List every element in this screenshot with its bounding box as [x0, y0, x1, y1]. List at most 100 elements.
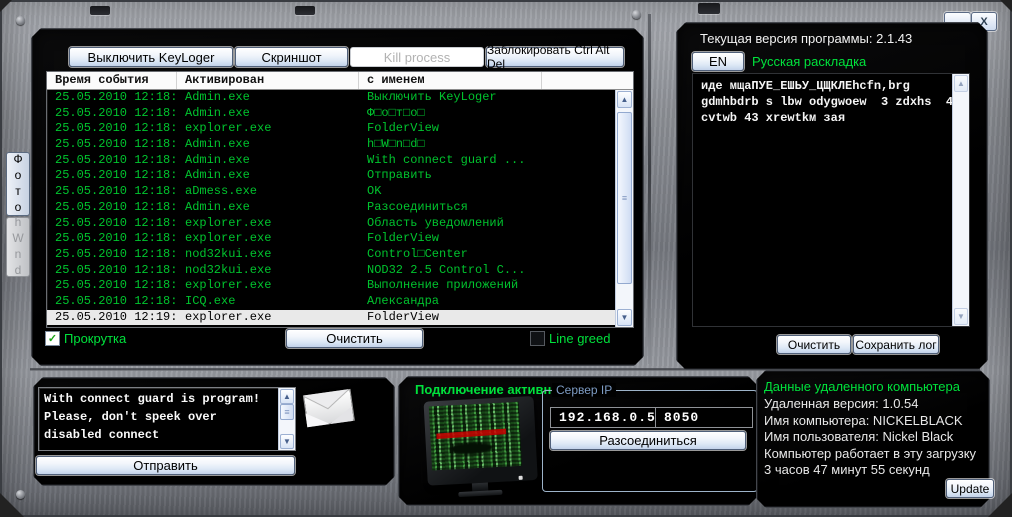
table-cell: 25.05.2010 12:18:31 — [55, 137, 177, 152]
table-cell: Admin.exe — [185, 105, 250, 120]
clear-log-button[interactable]: Очистить — [777, 335, 851, 354]
table-row[interactable]: 25.05.2010 12:18:30 Admin.exe Ф□о□т□о□ — [47, 106, 616, 122]
table-cell: 25.05.2010 12:18:44 — [55, 262, 177, 277]
scroll-down-icon[interactable]: ▼ — [617, 309, 632, 326]
message-line: With connect guard is program! — [44, 392, 261, 406]
table-cell: NOD32 2.5 Control C... — [367, 262, 526, 277]
scroll-checkbox[interactable]: ✓ — [45, 331, 60, 346]
events-table[interactable]: Время события Активирован с именем 25.05… — [46, 71, 634, 328]
remote-info-line: 3 часов 47 минут 55 секунд — [764, 462, 930, 477]
layout-label: Русская раскладка — [752, 54, 867, 69]
table-cell: Разсоединиться — [367, 199, 468, 214]
keylog-line: gdmhbdrb s lbw odygwoew 3 zdxhs 47 — [701, 95, 961, 109]
monitor-icon — [424, 396, 533, 498]
send-message-button[interactable]: Отправить — [36, 456, 295, 475]
table-cell: FolderView — [367, 231, 440, 246]
version-label: Текущая версия программы: 2.1.43 — [700, 31, 913, 46]
message-textarea[interactable]: With connect guard is program! Please, do… — [38, 387, 296, 451]
table-cell: Отправить — [367, 168, 432, 183]
disconnect-button[interactable]: Разсоединиться — [550, 431, 746, 450]
table-cell: 25.05.2010 12:18:30 — [55, 105, 177, 120]
block-ctrl-alt-del-button[interactable]: Заблокировать Ctrl Alt Del — [486, 47, 624, 67]
table-row[interactable]: 25.05.2010 12:18:27 Admin.exe Выключить Ke… — [47, 90, 616, 106]
table-row[interactable]: 25.05.2010 12:18:30 explorer.exe FolderVie… — [47, 121, 616, 137]
col-header-empty — [542, 72, 633, 89]
table-cell: 25.05.2010 12:18:57 — [55, 293, 177, 308]
table-row[interactable]: 25.05.2010 12:18:33 Admin.exe Отправить — [47, 168, 616, 184]
clear-events-button[interactable]: Очистить — [286, 329, 423, 348]
en-layout-button[interactable]: EN — [692, 52, 744, 71]
table-cell: Александра — [367, 293, 440, 308]
table-cell: Admin.exe — [185, 152, 250, 167]
screw-icon — [16, 16, 25, 25]
remote-info-line: Имя компьютера: NICKELBLACK — [764, 412, 963, 428]
keylogger-off-button[interactable]: Выключить KeyLoger — [69, 47, 233, 67]
table-cell: Admin.exe — [185, 90, 250, 104]
table-row[interactable]: 25.05.2010 12:18:32 Admin.exe With connect… — [47, 153, 616, 169]
table-row[interactable]: 25.05.2010 12:18:31 Admin.exe h□W□n□d□ — [47, 137, 616, 153]
server-ip-input[interactable]: 192.168.0.50 — [550, 407, 657, 428]
remote-info-line: Компьютер работает в эту загрузку — [764, 445, 977, 461]
scroll-up-icon[interactable]: ▲ — [280, 389, 294, 404]
scroll-up-icon[interactable]: ▲ — [617, 91, 632, 108]
table-cell: 25.05.2010 12:18:39 — [55, 215, 177, 230]
table-cell: OK — [367, 184, 382, 199]
table-scrollbar[interactable]: ▲ ≡ ▼ — [615, 90, 633, 327]
table-cell: 25.05.2010 12:18:32 — [55, 152, 177, 167]
keylog-scrollbar[interactable]: ▲ ▼ — [952, 74, 969, 326]
server-port-input[interactable]: 8050 — [655, 407, 753, 428]
table-cell: 25.05.2010 12:19:01 — [55, 309, 177, 324]
table-cell: explorer.exe — [185, 309, 272, 324]
table-row[interactable]: 25.05.2010 12:18:43 nod32kui.exe Control□C… — [47, 247, 616, 263]
table-cell: 25.05.2010 12:18:33 — [55, 168, 177, 183]
table-body[interactable]: 25.05.2010 12:18:27 Admin.exe Выключить Ke… — [47, 90, 616, 327]
keylog-textarea[interactable]: иде мщаПУЕ_ЕШЬУ_ЦЩКЛЕhcfn,brg gdmhbdrb s … — [692, 73, 970, 327]
update-button[interactable]: Update — [946, 479, 994, 498]
scroll-up-icon[interactable]: ▲ — [954, 75, 968, 92]
table-cell: With connect guard ... — [367, 152, 526, 167]
screenshot-button[interactable]: Скриншот — [235, 47, 348, 67]
kill-process-button: Kill process — [350, 47, 484, 67]
frame-groove — [648, 14, 651, 364]
table-cell: explorer.exe — [185, 278, 272, 293]
table-row[interactable]: 25.05.2010 12:18:37 Admin.exe Разсоединить… — [47, 200, 616, 216]
keylog-line: cvtwb 43 xrewtkм зая — [701, 111, 846, 125]
tab-foto[interactable]: Фото — [6, 152, 30, 216]
scroll-down-icon[interactable]: ▼ — [954, 308, 968, 325]
line-greed-checkbox[interactable] — [530, 331, 545, 346]
table-row[interactable]: 25.05.2010 12:19:01 explorer.exe FolderVie… — [47, 310, 616, 326]
col-header-process[interactable]: Активирован — [177, 72, 359, 89]
table-row[interactable]: 25.05.2010 12:18:34 aDmess.exe OK — [47, 184, 616, 200]
check-icon: ✓ — [47, 333, 58, 345]
message-scrollbar[interactable]: ▲ ≡ ▼ — [278, 388, 295, 450]
tab-hwnd[interactable]: hWnd — [6, 217, 30, 277]
app-window: _ X Фото hWnd Выключить KeyLoger Скриншо… — [0, 0, 1012, 517]
col-header-time[interactable]: Время события — [47, 72, 177, 89]
frame-notch — [295, 6, 315, 15]
frame-notch — [698, 3, 720, 14]
table-cell: 25.05.2010 12:18:44 — [55, 278, 177, 293]
table-cell: nod32kui.exe — [185, 262, 272, 277]
table-row[interactable]: 25.05.2010 12:18:39 explorer.exe Область у… — [47, 216, 616, 232]
table-cell: Выполнение приложений — [367, 278, 519, 293]
table-row[interactable]: 25.05.2010 12:18:57 ICQ.exe Александра — [47, 294, 616, 310]
table-cell: 25.05.2010 12:18:42 — [55, 231, 177, 246]
screw-icon — [16, 490, 25, 499]
scroll-checkbox-label: Прокрутка — [64, 331, 127, 346]
scroll-thumb[interactable]: ≡ — [617, 112, 632, 284]
table-cell: 25.05.2010 12:18:43 — [55, 246, 177, 261]
save-log-button[interactable]: Сохранить лог — [853, 335, 939, 354]
envelope-icon — [303, 389, 357, 443]
table-cell: nod32kui.exe — [185, 246, 272, 261]
col-header-title[interactable]: с именем — [359, 72, 542, 89]
remote-info-lines: Удаленная версия: 1.0.54 Имя компьютера: … — [764, 396, 979, 479]
table-row[interactable]: 25.05.2010 12:18:44 nod32kui.exe NOD32 2.5… — [47, 263, 616, 279]
table-row[interactable]: 25.05.2010 12:18:44 explorer.exe Выполнени… — [47, 278, 616, 294]
table-cell: explorer.exe — [185, 121, 272, 136]
table-row[interactable]: 25.05.2010 12:18:42 explorer.exe FolderVie… — [47, 231, 616, 247]
table-cell: Ф□о□т□о□ — [367, 105, 425, 120]
table-cell: aDmess.exe — [185, 184, 258, 199]
scroll-down-icon[interactable]: ▼ — [280, 434, 294, 449]
scroll-thumb[interactable]: ≡ — [280, 404, 294, 420]
table-cell: Область уведомлений — [367, 215, 504, 230]
